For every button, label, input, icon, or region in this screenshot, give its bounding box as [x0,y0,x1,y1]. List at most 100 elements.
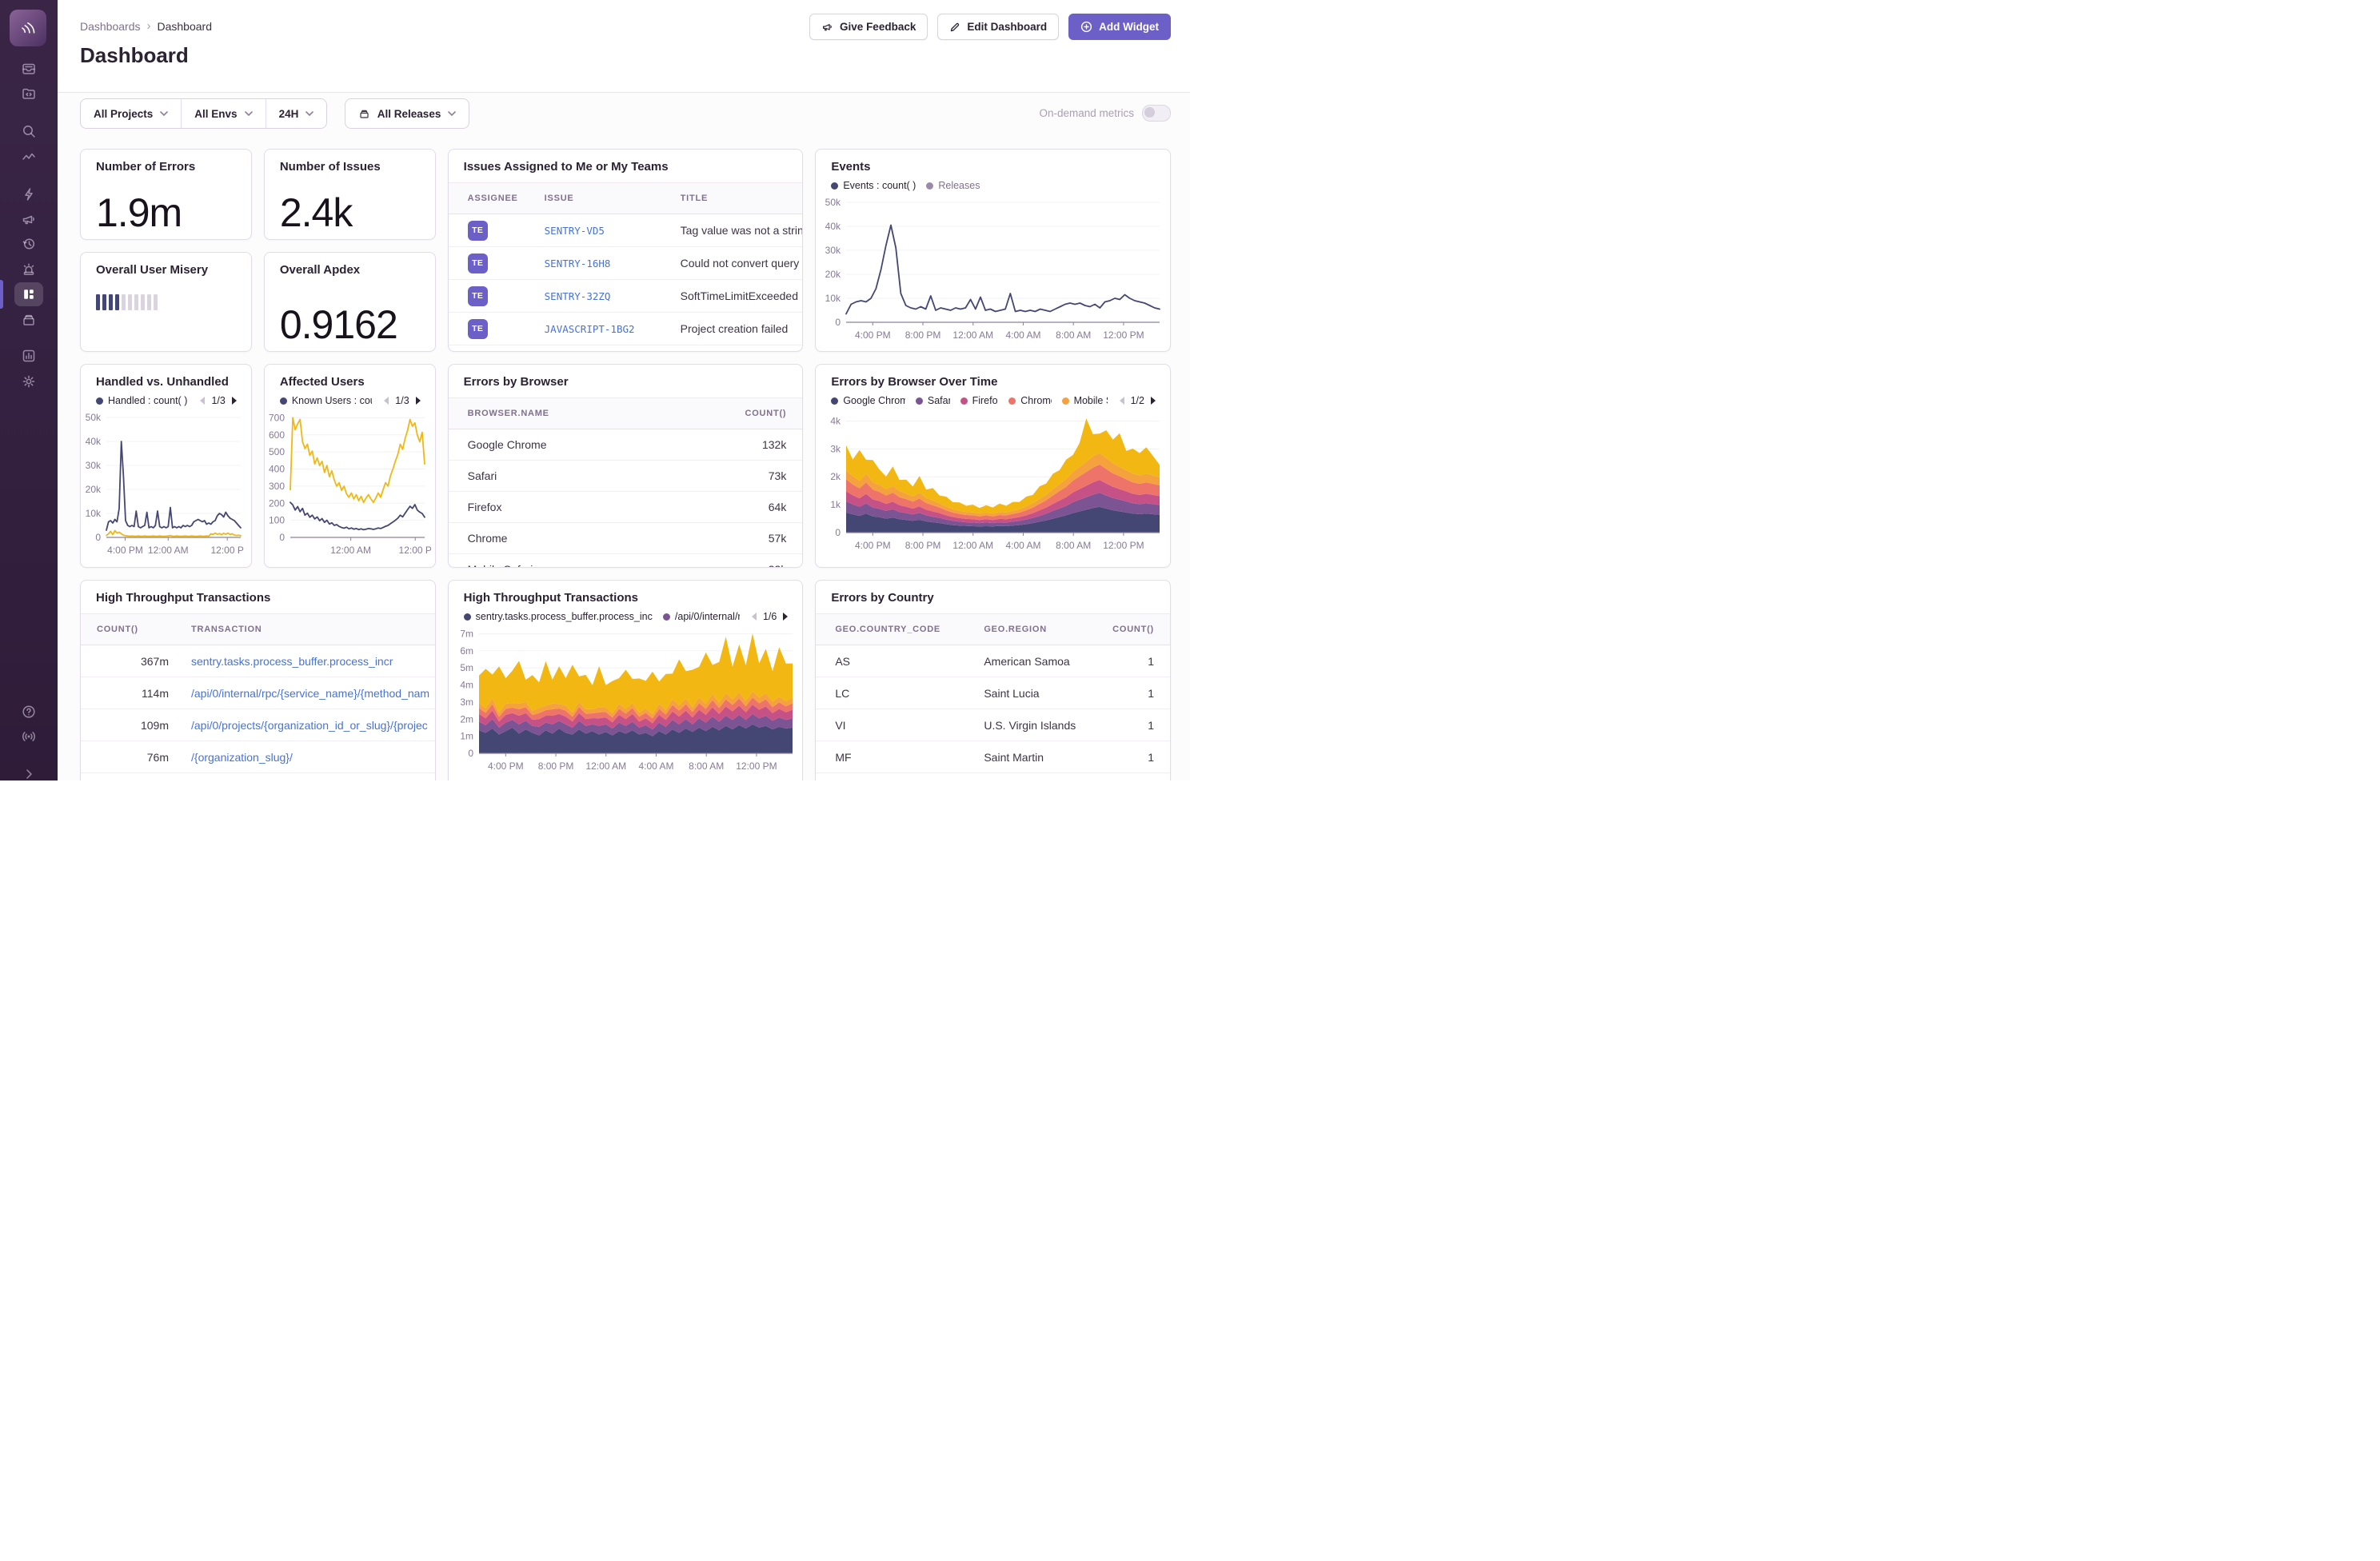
column-header: TITLE [681,194,803,203]
pager-right-icon[interactable] [415,396,422,405]
affected-users-line-chart[interactable]: 010020030040050060070012:00 AM12:00 P [266,408,431,557]
pager-right-icon[interactable] [231,396,238,405]
legend-item[interactable]: Firefox [960,395,999,406]
time-range-filter[interactable]: 24H [266,99,327,128]
sidebar-item-settings[interactable] [14,369,43,393]
sidebar-item-collapse[interactable] [14,762,43,780]
pager-left-icon[interactable] [1118,396,1125,405]
sidebar-item-help[interactable] [14,700,43,724]
sidebar-item-alerts[interactable] [14,258,43,281]
legend-item[interactable]: Safari [916,395,950,406]
errors-by-browser-area-chart[interactable]: 01k2k3k4k4:00 PM8:00 PM12:00 AM4:00 AM8:… [817,408,1166,552]
table-row[interactable]: Safari73k [449,461,803,492]
legend-item[interactable]: Google Chrome [831,395,905,406]
pager-right-icon[interactable] [782,612,789,621]
issue-link[interactable]: SENTRY-VD5 [545,225,605,237]
svg-text:200: 200 [269,497,285,509]
add-widget-button[interactable]: Add Widget [1068,14,1171,40]
assignee-avatar[interactable]: TE [468,221,488,241]
sidebar-item-issues[interactable] [14,57,43,81]
transaction-link[interactable]: /{organization_slug}/ [191,751,293,764]
count-value: 33k [730,563,802,568]
misery-segment [147,294,151,310]
table-row[interactable]: TESENTRY-VD5Tag value was not a strin [449,214,803,247]
legend-item[interactable]: Known Users : cour [280,395,372,406]
project-filter[interactable]: All Projects [81,99,181,128]
edit-dashboard-button[interactable]: Edit Dashboard [937,14,1059,40]
issue-link[interactable]: SENTRY-16H8 [545,258,611,269]
sidebar-item-stats[interactable] [14,344,43,368]
sidebar-item-feedback[interactable] [14,207,43,231]
pager-left-icon[interactable] [750,612,757,621]
legend-item[interactable]: Events : count( ) [831,180,916,191]
assignee-avatar[interactable]: TE [468,319,488,339]
legend-item[interactable]: Chrome [1008,395,1051,406]
toggle-knob [1144,107,1155,118]
transaction-link[interactable]: sentry.tasks.process_buffer.process_incr [191,655,393,668]
sidebar-item-projects[interactable] [14,82,43,106]
pager-left-icon[interactable] [382,396,389,405]
widget-handled-vs-unhandled: Handled vs. Unhandled Handled : count( )… [80,364,252,568]
svg-text:100: 100 [269,515,285,526]
pager-count: 1/2 [1131,395,1144,406]
table-row[interactable]: VIU.S. Virgin Islands1 [816,709,1170,741]
table-row[interactable]: Chrome57k [449,523,803,554]
table-row[interactable]: 109m/api/0/projects/{organization_id_or_… [81,709,435,741]
legend-pager: 1/2 [1118,395,1157,406]
code-folder-icon [21,86,37,102]
svg-text:12:00 AM: 12:00 AM [953,329,994,341]
pager-left-icon[interactable] [198,396,206,405]
issue-link[interactable]: SENTRY-32ZQ [545,290,611,302]
releases-filter[interactable]: All Releases [345,98,470,129]
sidebar-item-starfish[interactable] [14,182,43,206]
svg-text:20k: 20k [825,269,841,280]
sidebar-item-explore[interactable] [14,119,43,143]
legend-label: Google Chrome [843,395,905,406]
sentry-logo[interactable] [10,10,46,46]
throughput-area-chart[interactable]: 01m2m3m4m5m6m7m4:00 PM8:00 PM12:00 AM4:0… [450,624,799,773]
legend-item[interactable]: Releases [926,180,980,191]
table-row[interactable]: 114m/api/0/internal/rpc/{service_name}/{… [81,677,435,709]
table-row[interactable]: Firefox64k [449,492,803,523]
ondemand-metrics-toggle[interactable] [1142,105,1171,122]
count-value: 1 [1106,751,1170,764]
svg-text:8:00 PM: 8:00 PM [905,329,941,341]
breadcrumb: Dashboards › Dashboard [80,19,212,33]
issue-link[interactable]: JAVASCRIPT-1BG2 [545,323,635,335]
transaction-link[interactable]: /api/0/internal/rpc/{service_name}/{meth… [191,687,429,700]
table-row[interactable]: MFSaint Martin1 [816,741,1170,773]
pager-right-icon[interactable] [1150,396,1157,405]
table-row[interactable]: LCSaint Lucia1 [816,677,1170,709]
legend-dot [1008,397,1016,405]
legend-item[interactable]: sentry.tasks.process_buffer.process_incr [464,611,653,622]
handled-line-chart[interactable]: 010k20k30k40k50k4:00 PM12:00 AM12:00 P [82,408,247,557]
legend-item[interactable]: /api/0/internal/r [663,611,740,622]
sidebar-item-dashboards[interactable] [14,282,43,306]
table-row[interactable]: TESENTRY-16H8Could not convert query [449,247,803,280]
table-row[interactable]: ASAmerican Samoa1 [816,645,1170,677]
assignee-avatar[interactable]: TE [468,286,488,306]
table-row[interactable]: TESENTRY-32ZQSoftTimeLimitExceeded [449,280,803,313]
legend-item[interactable]: Handled : count( ) [96,395,187,406]
transaction-link[interactable]: /api/0/projects/{organization_id_or_slug… [191,719,428,732]
sidebar-item-replays[interactable] [14,232,43,256]
column-header: GEO.COUNTRY_CODE [835,625,984,634]
inbox-icon [21,61,37,77]
sidebar-item-releases[interactable] [14,308,43,332]
table-row[interactable]: 76m/{organization_slug}/ [81,741,435,773]
sidebar-item-performance[interactable] [14,145,43,169]
legend-item[interactable]: Mobile S [1062,395,1108,406]
environment-filter[interactable]: All Envs [181,99,265,128]
time-range-label: 24H [279,108,299,120]
svg-text:5m: 5m [460,662,473,673]
table-row[interactable]: 367msentry.tasks.process_buffer.process_… [81,645,435,677]
svg-text:30k: 30k [86,460,102,471]
table-row[interactable]: Google Chrome132k [449,429,803,461]
table-row[interactable]: TEJAVASCRIPT-1BG2Project creation failed [449,313,803,345]
events-line-chart[interactable]: 010k20k30k40k50k4:00 PM8:00 PM12:00 AM4:… [817,193,1166,341]
give-feedback-button[interactable]: Give Feedback [809,14,928,40]
breadcrumb-parent[interactable]: Dashboards [80,20,141,33]
table-row[interactable]: Mobile Safari33k [449,554,803,568]
sidebar-item-whats-new[interactable] [14,725,43,749]
assignee-avatar[interactable]: TE [468,254,488,273]
